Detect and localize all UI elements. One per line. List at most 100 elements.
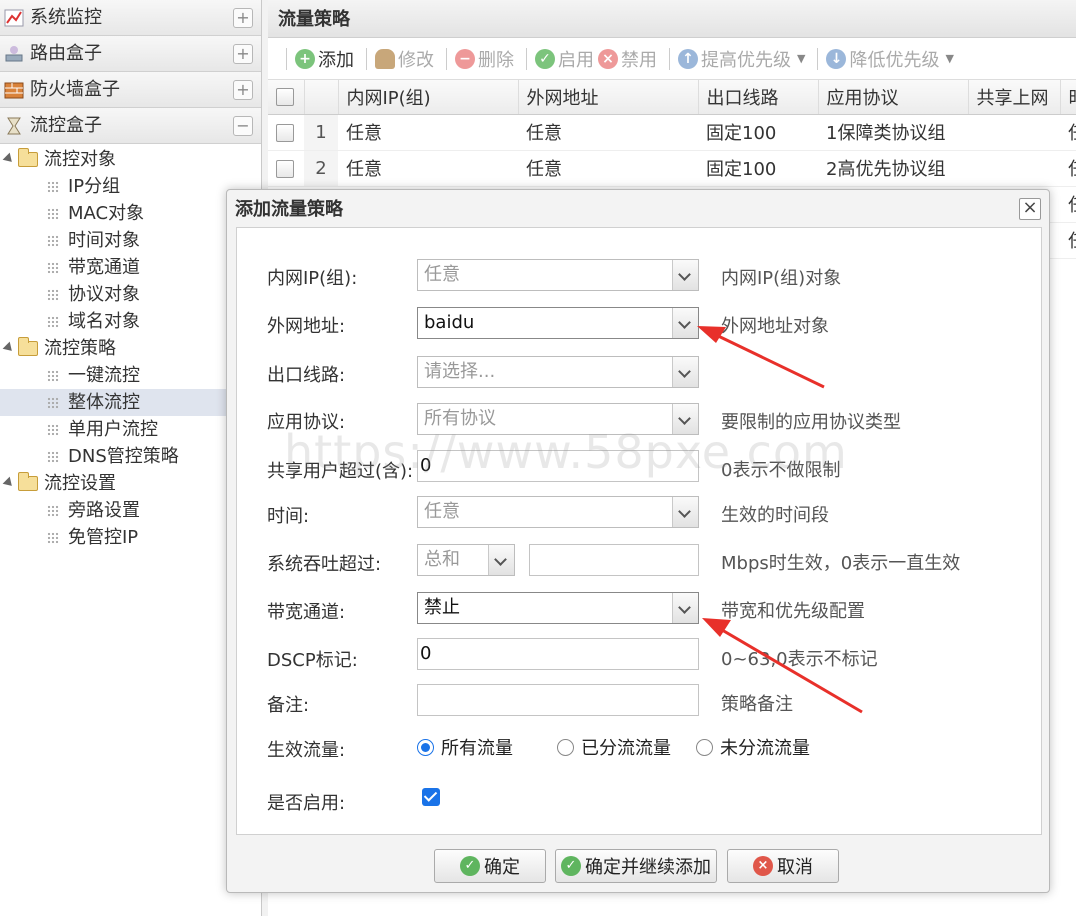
expand-icon[interactable]: + [233, 8, 253, 28]
add-button[interactable]: + 添加 [295, 46, 354, 72]
note-input[interactable] [417, 684, 699, 716]
row-checkbox[interactable] [276, 123, 294, 142]
raise-priority-button[interactable]: ↑ 提高优先级 ▼ [678, 46, 805, 72]
row-checkbox[interactable] [276, 159, 294, 178]
external-address-select[interactable]: baidu [417, 307, 699, 339]
confirm-and-add-button[interactable]: ✓ 确定并继续添加 [555, 849, 717, 883]
tree-label: 一键流控 [68, 365, 140, 386]
tree-item-mac-object[interactable]: MAC对象 [0, 200, 261, 227]
tree-folder-flow-settings[interactable]: 流控设置 [0, 470, 261, 497]
time-select[interactable]: 任意 [417, 496, 699, 528]
close-icon[interactable]: × [1019, 198, 1041, 220]
enabled-checkbox[interactable] [422, 788, 440, 806]
radio-dot[interactable] [417, 738, 434, 756]
ip-group-label: 内网IP(组): [267, 268, 358, 289]
expand-triangle-icon[interactable] [2, 476, 16, 490]
chevron-down-icon[interactable] [672, 357, 698, 387]
arrow-up-icon: ↑ [678, 48, 698, 69]
chevron-down-icon[interactable] [672, 497, 698, 527]
tree-item-single-user[interactable]: 单用户流控 [0, 416, 261, 443]
tree-item-ip-group[interactable]: IP分组 [0, 173, 261, 200]
app-protocol-select[interactable]: 所有协议 [417, 403, 699, 435]
column-header[interactable]: 外网地址 [518, 80, 699, 115]
app-protocol-hint: 要限制的应用协议类型 [721, 412, 901, 433]
column-header[interactable]: 共享上网 [968, 80, 1061, 115]
chevron-down-icon: ▼ [797, 52, 806, 65]
lower-priority-button[interactable]: ↓ 降低优先级 ▼ [826, 46, 954, 72]
shared-users-input[interactable]: 0 [417, 450, 699, 482]
tree-item-exempt-ip[interactable]: 免管控IP [0, 524, 261, 551]
chevron-down-icon[interactable] [672, 593, 698, 623]
button-label: 删除 [478, 49, 514, 71]
radio-split-flow[interactable]: 已分流流量 [557, 734, 671, 760]
chevron-down-icon[interactable] [488, 545, 514, 575]
accordion-firewall-box[interactable]: 防火墙盒子 + [0, 72, 261, 108]
select-value: 所有协议 [424, 408, 496, 429]
column-header[interactable]: 出口线路 [698, 80, 819, 115]
arrow-down-icon: ↓ [826, 48, 847, 69]
dscp-input[interactable]: 0 [417, 638, 699, 670]
throughput-mode-select[interactable]: 总和 [417, 544, 515, 576]
bandwidth-channel-select[interactable]: 禁止 [417, 592, 699, 624]
accordion-flow-control-box[interactable]: 流控盒子 − [0, 108, 261, 144]
table-row[interactable]: 1 任意 任意 固定100 1保障类协议组 任 [268, 114, 1076, 151]
tree-label: 带宽通道 [68, 257, 140, 278]
chevron-down-icon[interactable] [672, 404, 698, 434]
tree-folder-flow-policy[interactable]: 流控策略 [0, 335, 261, 362]
throughput-input[interactable] [529, 544, 699, 576]
shared-users-hint: 0表示不做限制 [721, 460, 841, 481]
ip-group-hint: 内网IP(组)对象 [721, 268, 842, 289]
tree-item-overall-flow[interactable]: 整体流控 [0, 389, 261, 416]
tree-item-domain-object[interactable]: 域名对象 [0, 308, 261, 335]
table-row[interactable]: 2 任意 任意 固定100 2高优先协议组 任 [268, 150, 1076, 187]
ip-group-select[interactable]: 任意 [417, 259, 699, 291]
radio-label: 已分流流量 [581, 738, 671, 759]
button-label: 确定 [484, 857, 520, 878]
row-checkbox-cell[interactable] [268, 114, 304, 151]
tree-item-one-click[interactable]: 一键流控 [0, 362, 261, 389]
disable-button[interactable]: × 禁用 [598, 46, 657, 72]
dialog-title[interactable]: 添加流量策略 [227, 190, 1049, 228]
note-hint: 策略备注 [721, 694, 793, 715]
chevron-down-icon[interactable] [672, 308, 698, 338]
edit-button[interactable]: 修改 [375, 46, 434, 72]
delete-button[interactable]: − 删除 [455, 46, 514, 72]
accordion-router-box[interactable]: 路由盒子 + [0, 36, 261, 72]
radio-all-flow[interactable]: 所有流量 [417, 734, 513, 760]
tree-label: 流控策略 [44, 338, 116, 359]
accordion-system-monitor[interactable]: 系统监控 + [0, 0, 261, 36]
row-number: 1 [304, 114, 338, 151]
radio-dot[interactable] [696, 738, 713, 756]
file-icon [47, 235, 59, 247]
file-icon [47, 370, 59, 382]
cancel-button[interactable]: × 取消 [727, 849, 839, 883]
tree-item-dns-policy[interactable]: DNS管控策略 [0, 443, 261, 470]
chevron-down-icon[interactable] [672, 260, 698, 290]
radio-dot[interactable] [557, 738, 574, 756]
tree-item-bypass-settings[interactable]: 旁路设置 [0, 497, 261, 524]
radio-label: 未分流流量 [720, 738, 810, 759]
column-header[interactable]: 时 [1060, 80, 1076, 115]
confirm-button[interactable]: ✓ 确定 [434, 849, 546, 883]
tree-label: DNS管控策略 [68, 446, 179, 467]
select-all-checkbox[interactable] [276, 88, 294, 107]
file-icon [47, 505, 59, 517]
select-all-cell[interactable] [268, 80, 305, 115]
cell-line: 固定100 [698, 150, 818, 187]
column-header[interactable]: 内网IP(组) [338, 80, 519, 115]
expand-icon[interactable]: + [233, 44, 253, 64]
expand-icon[interactable]: + [233, 80, 253, 100]
egress-line-select[interactable]: 请选择... [417, 356, 699, 388]
enable-button[interactable]: ✓ 启用 [535, 46, 594, 72]
radio-unsplit-flow[interactable]: 未分流流量 [696, 734, 810, 760]
tree-item-bandwidth-channel[interactable]: 带宽通道 [0, 254, 261, 281]
row-checkbox-cell[interactable] [268, 150, 304, 187]
expand-triangle-icon[interactable] [2, 152, 16, 166]
tree-item-protocol-object[interactable]: 协议对象 [0, 281, 261, 308]
folder-icon [18, 472, 38, 491]
expand-triangle-icon[interactable] [2, 341, 16, 355]
collapse-icon[interactable]: − [233, 116, 253, 136]
tree-folder-flow-objects[interactable]: 流控对象 [0, 146, 261, 173]
tree-item-time-object[interactable]: 时间对象 [0, 227, 261, 254]
column-header[interactable]: 应用协议 [818, 80, 969, 115]
